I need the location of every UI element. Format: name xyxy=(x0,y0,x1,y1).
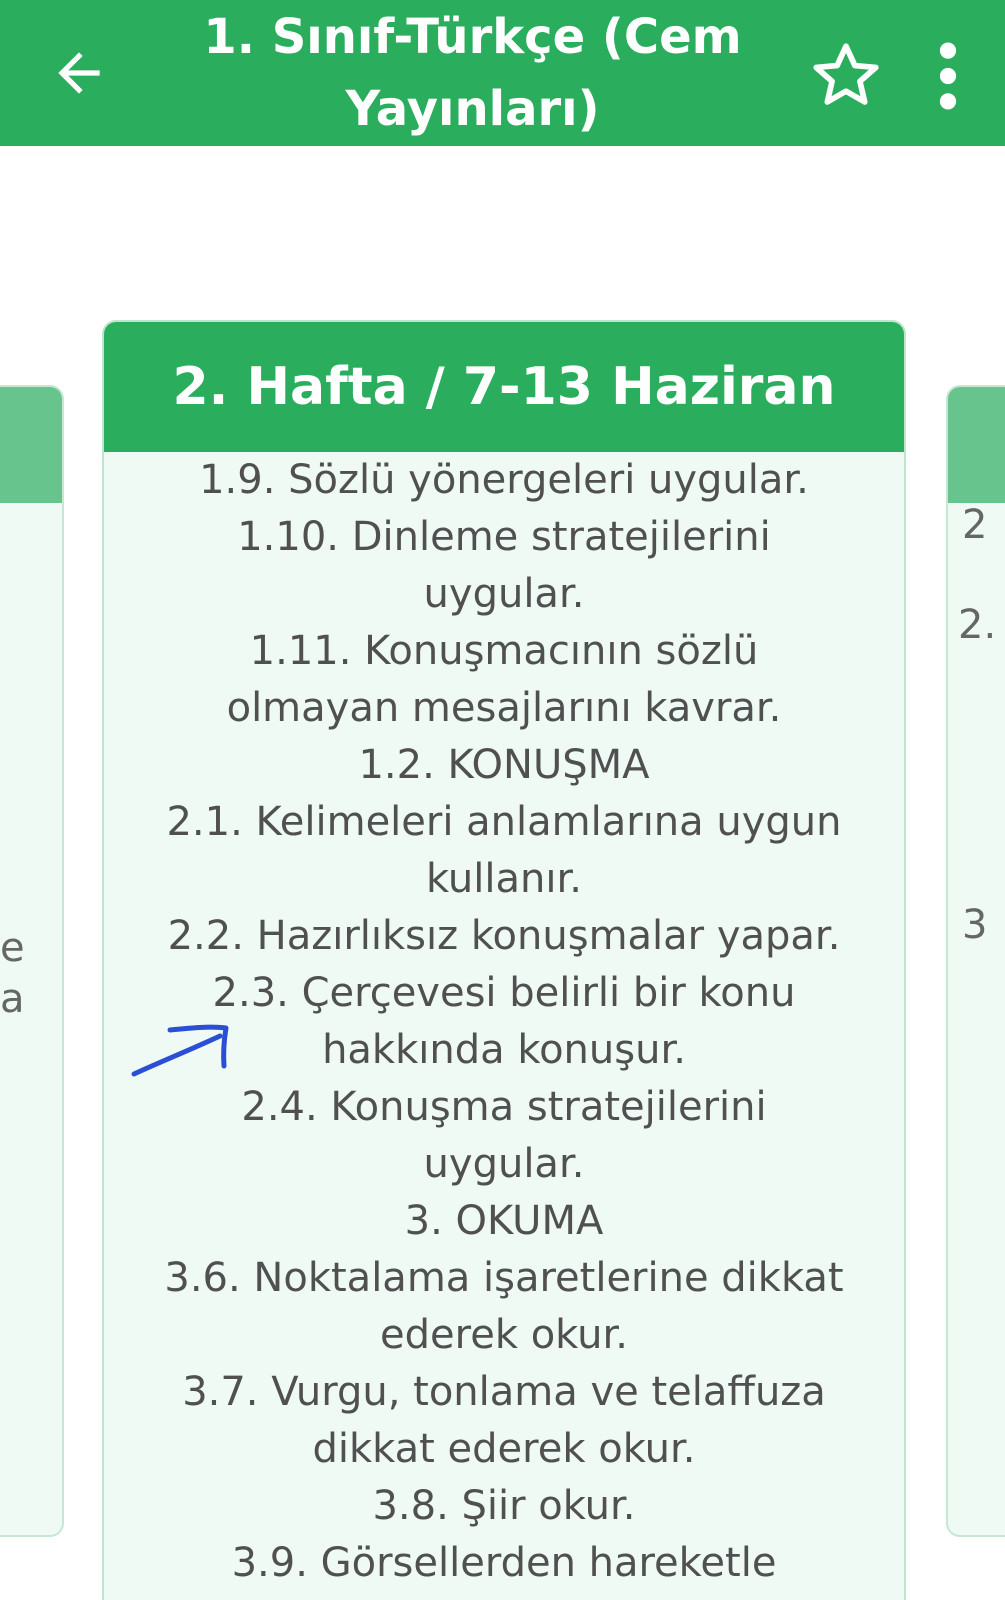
outcome-item: 3.8. Şiir okur. xyxy=(372,1483,636,1529)
outcome-item: 3.6. Noktalama işaretlerine dikkat edere… xyxy=(164,1255,844,1358)
week-card[interactable]: 2. Hafta / 7-13 Haziran 1.9. Sözlü yöner… xyxy=(102,320,906,1600)
outcome-item: 1.10. Dinleme stratejilerini uygular. xyxy=(237,514,771,617)
previous-card-text-fragment: a xyxy=(0,976,25,1022)
overflow-menu-button[interactable] xyxy=(918,34,978,118)
page-title: 1. Sınıf-Türkçe (Cem Yayınları) xyxy=(203,9,742,137)
more-vert-icon xyxy=(939,42,957,110)
outcome-item: 3.9. Görsellerden hareketle xyxy=(231,1540,777,1586)
week-card-header: 2. Hafta / 7-13 Haziran xyxy=(104,322,904,452)
previous-week-card-header xyxy=(0,387,62,503)
next-week-card-header xyxy=(948,387,1005,503)
outcome-item: 1.11. Konuşmacının sözlü olmayan mesajla… xyxy=(226,628,782,731)
next-card-text-fragment: 3 xyxy=(962,902,988,948)
next-week-card[interactable] xyxy=(946,385,1005,1537)
back-button[interactable] xyxy=(44,38,114,108)
outcome-item: 3.7. Vurgu, tonlama ve telaffuza dikkat … xyxy=(182,1369,826,1472)
outcome-item: 1.9. Sözlü yönergeleri uygular. xyxy=(199,457,809,503)
outcome-item: 2.2. Hazırlıksız konuşmalar yapar. xyxy=(167,913,841,959)
arrow-left-icon xyxy=(58,52,100,94)
previous-card-text-fragment: e xyxy=(0,925,25,971)
favorite-button[interactable] xyxy=(804,34,888,118)
app-bar: 1. Sınıf-Türkçe (Cem Yayınları) xyxy=(0,0,1005,146)
outcome-item: 2.3. Çerçevesi belirli bir konu hakkında… xyxy=(212,970,796,1073)
star-outline-icon xyxy=(813,43,879,105)
outcome-section-heading: 3. OKUMA xyxy=(404,1198,604,1244)
outcomes-list: 1.9. Sözlü yönergeleri uygular. 1.10. Di… xyxy=(104,452,904,1592)
next-card-text-fragment: 2. xyxy=(958,602,997,648)
screen: 1. Sınıf-Türkçe (Cem Yayınları) e a 2 2.… xyxy=(0,0,1005,1600)
outcome-section-heading: 1.2. KONUŞMA xyxy=(358,742,650,788)
outcome-item: 2.1. Kelimeleri anlamlarına uygun kullan… xyxy=(166,799,842,902)
next-card-text-fragment: 2 xyxy=(962,502,988,548)
outcome-item: 2.4. Konuşma stratejilerini uygular. xyxy=(241,1084,767,1187)
